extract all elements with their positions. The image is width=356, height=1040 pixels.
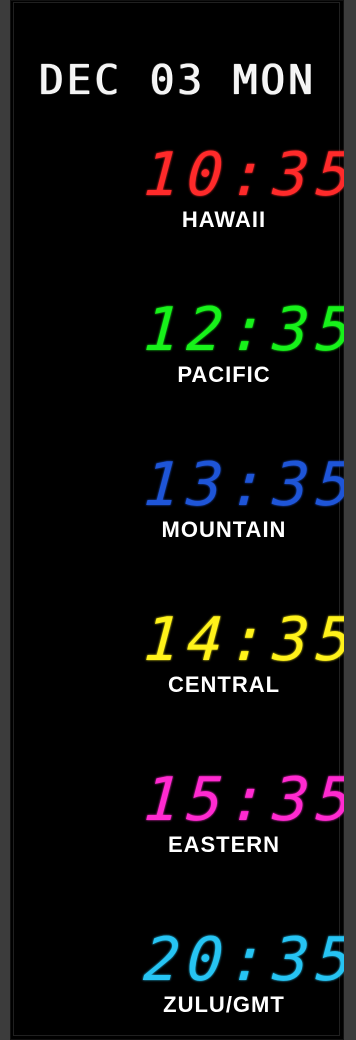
- date-display: DEC 03 MON: [38, 56, 316, 104]
- eastern-time: 15:35: [141, 765, 344, 835]
- pacific-label: PACIFIC: [177, 362, 271, 387]
- central-time: 14:35: [141, 605, 344, 675]
- eastern-label: EASTERN: [167, 832, 281, 857]
- zulu-gmt-label: ZULU/GMT: [163, 992, 285, 1017]
- zulu-gmt-time: 20:35: [141, 925, 344, 995]
- time-zone-zulu-gmt: 20:35 ZULU/GMT: [10, 925, 344, 1040]
- time-zone-mountain: 13:35 MOUNTAIN: [10, 450, 344, 595]
- time-zone-central: 14:35 CENTRAL: [10, 605, 344, 750]
- pacific-time: 12:35: [141, 295, 344, 365]
- time-zone-pacific: 12:35 PACIFIC: [10, 295, 344, 440]
- hawaii-label: HAWAII: [181, 207, 267, 232]
- mountain-label: MOUNTAIN: [161, 517, 287, 542]
- mountain-time: 13:35: [141, 450, 344, 520]
- hawaii-time: 10:35: [141, 140, 344, 210]
- time-zone-eastern: 15:35 EASTERN: [10, 765, 344, 910]
- clock-panel: DEC 03 MON 10:35 HAWAII 12:35 PACIFIC 13…: [10, 0, 344, 1040]
- central-label: CENTRAL: [167, 672, 281, 697]
- time-zone-hawaii: 10:35 HAWAII: [10, 140, 344, 285]
